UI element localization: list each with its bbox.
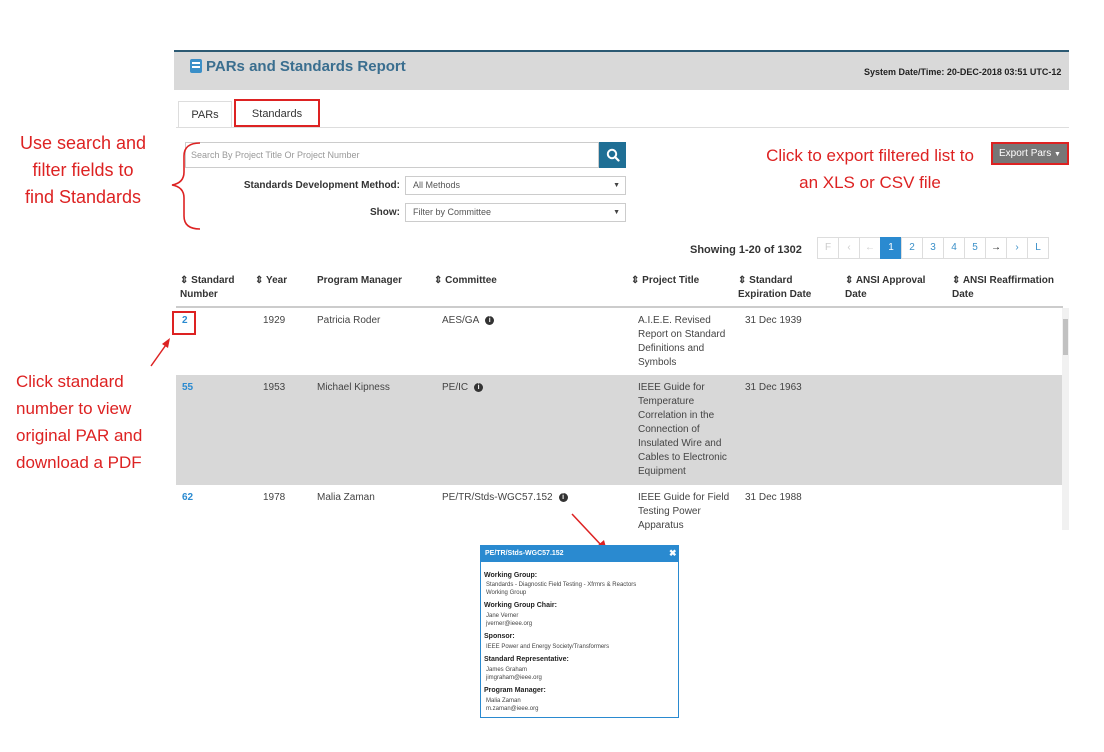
popup-value: James Graham	[486, 667, 528, 673]
popup-value: jverner@ieee.org	[486, 621, 533, 627]
popup-label: Working Group Chair:	[484, 602, 557, 609]
popup-label: Standard Representative:	[484, 656, 569, 663]
popup-value: Jane Verner	[486, 613, 519, 619]
popup-label: Working Group:	[484, 572, 538, 579]
popup-value: m.zaman@ieee.org	[486, 706, 539, 712]
brace-mark	[171, 142, 201, 230]
popup-value: Malia Zaman	[486, 698, 521, 704]
arrow-head	[162, 338, 170, 348]
popup-value: IEEE Power and Energy Society/Transforme…	[486, 644, 610, 650]
popup-title: PE/TR/Stds-WGC57.152	[481, 546, 678, 562]
arrow-line	[571, 513, 603, 547]
popup-label: Program Manager:	[484, 687, 546, 694]
popup-label: Sponsor:	[484, 633, 515, 640]
popup-value: Standards - Diagnostic Field Testing - X…	[486, 582, 637, 588]
popup-value: jimgraham@ieee.org	[486, 675, 542, 681]
popup-value: Working Group	[486, 590, 527, 596]
close-icon[interactable]: ✖	[669, 546, 677, 561]
